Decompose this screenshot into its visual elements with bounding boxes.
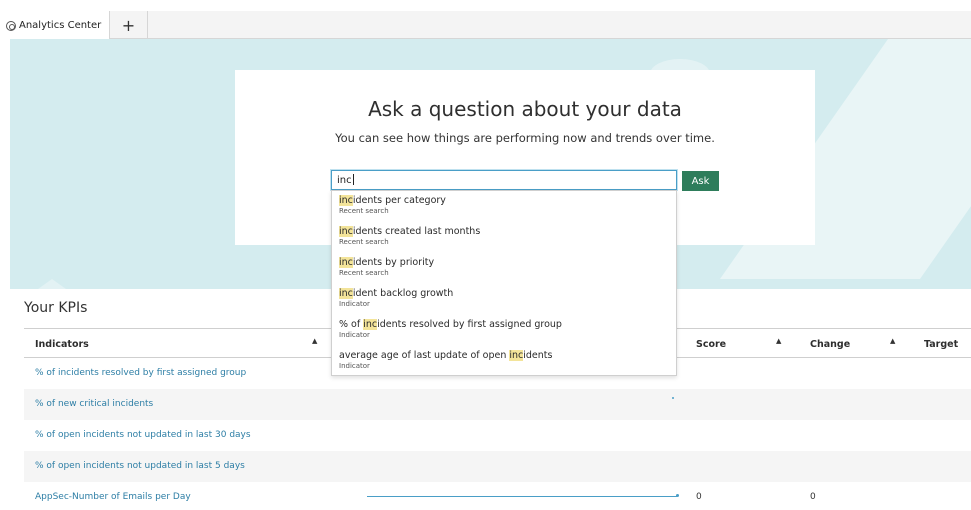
column-header-score[interactable]: Score <box>696 339 726 350</box>
suggestion-type: Recent search <box>339 238 389 246</box>
tab-analytics-center[interactable]: Analytics Center <box>0 11 110 40</box>
kpi-section-title: Your KPIs <box>24 300 88 316</box>
suggestion-type: Recent search <box>339 269 389 277</box>
search-input-value: inc <box>337 175 352 186</box>
tab-label: Analytics Center <box>19 20 102 31</box>
indicator-link[interactable]: % of new critical incidents <box>35 399 153 409</box>
sparkline <box>367 496 677 497</box>
suggestion-type: Indicator <box>339 362 370 370</box>
suggestion-text: average age of last update of open incid… <box>339 350 553 361</box>
ask-button[interactable]: Ask <box>682 171 719 191</box>
indicator-link[interactable]: % of open incidents not updated in last … <box>35 430 251 440</box>
suggestion-item[interactable]: average age of last update of open incid… <box>332 346 676 377</box>
column-header-indicators[interactable]: Indicators <box>35 339 89 350</box>
suggestion-text: incidents by priority <box>339 257 435 268</box>
indicator-link[interactable]: AppSec-Number of Emails per Day <box>35 492 191 502</box>
table-row[interactable]: % of new critical incidents <box>24 389 971 420</box>
suggestion-item[interactable]: incident backlog growth Indicator <box>332 284 676 315</box>
search-input[interactable]: inc <box>331 170 677 190</box>
suggestion-text: incident backlog growth <box>339 288 454 299</box>
suggestion-item[interactable]: incidents by priority Recent search <box>332 253 676 284</box>
decorative-shape <box>10 279 94 289</box>
suggestion-text: % of incidents resolved by first assigne… <box>339 319 562 330</box>
suggestion-text: incidents created last months <box>339 226 481 237</box>
column-header-target[interactable]: Target <box>924 339 958 350</box>
suggestion-item[interactable]: incidents per category Recent search <box>332 191 676 222</box>
change-value: 0 <box>810 492 816 502</box>
table-row[interactable]: % of open incidents not updated in last … <box>24 420 971 451</box>
sparkline-mark <box>672 397 674 399</box>
table-row[interactable]: AppSec-Number of Emails per Day 0 0 <box>24 482 971 510</box>
table-row[interactable]: % of open incidents not updated in last … <box>24 451 971 482</box>
suggestion-type: Indicator <box>339 331 370 339</box>
suggestion-type: Indicator <box>339 300 370 308</box>
page-title: Ask a question about your data <box>368 97 682 121</box>
suggestion-item[interactable]: incidents created last months Recent sea… <box>332 222 676 253</box>
add-tab-button[interactable]: + <box>110 11 148 39</box>
sparkline-endpoint <box>676 494 679 497</box>
indicator-link[interactable]: % of open incidents not updated in last … <box>35 461 245 471</box>
column-header-change[interactable]: Change <box>810 339 850 350</box>
sort-ascending-icon[interactable]: ▲ <box>776 337 781 345</box>
autocomplete-dropdown: incidents per category Recent search inc… <box>331 190 677 376</box>
sort-ascending-icon[interactable]: ▲ <box>312 337 317 345</box>
sort-ascending-icon[interactable]: ▲ <box>890 337 895 345</box>
tab-bar: Analytics Center + <box>0 11 971 40</box>
suggestion-item[interactable]: % of incidents resolved by first assigne… <box>332 315 676 346</box>
analytics-logo-icon <box>6 20 16 31</box>
page-subtitle: You can see how things are performing no… <box>335 131 715 145</box>
suggestion-text: incidents per category <box>339 195 446 206</box>
score-value: 0 <box>696 492 702 502</box>
suggestion-type: Recent search <box>339 207 389 215</box>
indicator-link[interactable]: % of incidents resolved by first assigne… <box>35 368 246 378</box>
